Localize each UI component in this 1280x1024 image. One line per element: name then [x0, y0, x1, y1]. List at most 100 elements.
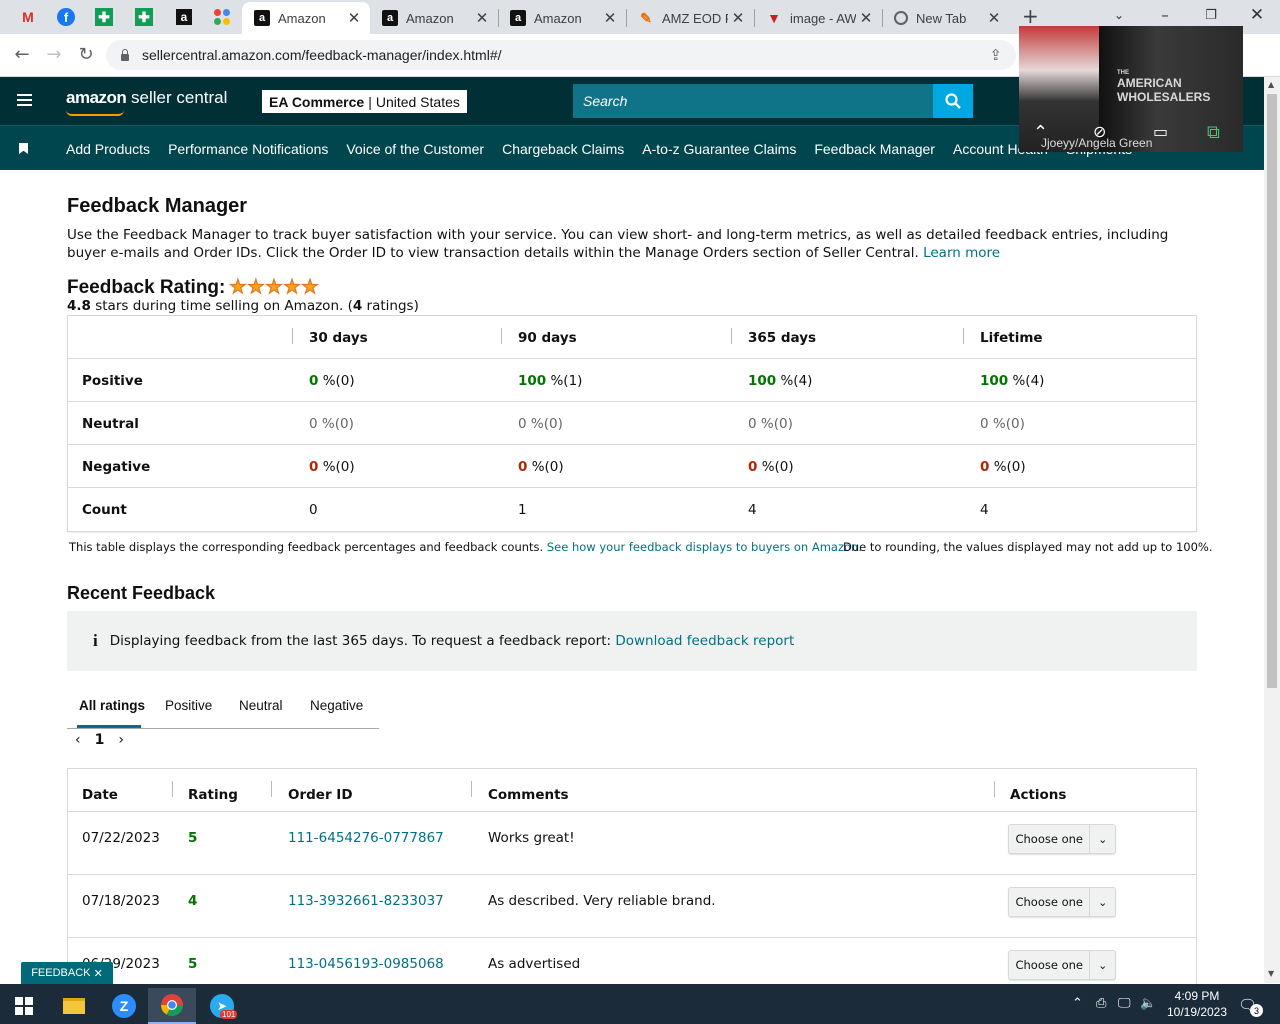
video-brand-text: THE AMERICAN WHOLESALERS	[1117, 70, 1211, 104]
pencil-favicon-icon: ✎	[640, 9, 652, 26]
notification-count-badge: 3	[1250, 1004, 1263, 1017]
zoom-app-icon[interactable]: Z	[100, 988, 148, 1024]
search-input[interactable]: Search	[573, 84, 933, 118]
tab-positive[interactable]: Positive	[165, 698, 212, 713]
summary-cell: 0 %(0)	[748, 459, 794, 475]
nav-chargeback-claims[interactable]: Chargeback Claims	[502, 141, 624, 157]
column-divider	[963, 328, 964, 344]
browser-tab-image[interactable]: ▼ image - AW ✕	[754, 2, 882, 34]
close-tab-icon[interactable]: ✕	[984, 9, 1004, 27]
taskbar-clock[interactable]: 4:09 PM 10/19/2023	[1160, 988, 1234, 1020]
camera-off-icon[interactable]: ▭	[1153, 122, 1168, 141]
recent-feedback-title: Recent Feedback	[67, 583, 216, 603]
sheets-plus-icon-2[interactable]: ✚	[132, 6, 156, 28]
summary-row-positive: Positive 0 %(0) 100 %(1) 100 %(4) 100 %(…	[68, 359, 1196, 402]
feedback-comment: As described. Very reliable brand.	[488, 893, 716, 909]
tab-negative[interactable]: Negative	[310, 698, 363, 713]
back-icon[interactable]: ←	[10, 44, 34, 66]
browser-tab-amz-eod[interactable]: ✎ AMZ EOD F ✕	[626, 2, 754, 34]
feedback-date: 07/18/2023	[82, 893, 160, 909]
tab-neutral[interactable]: Neutral	[239, 698, 283, 713]
prev-page-icon[interactable]: ‹	[75, 732, 81, 748]
order-id-link[interactable]: 111-6454276-0777867	[288, 830, 444, 846]
seller-central-logo[interactable]: amazon seller central	[66, 88, 227, 108]
feedback-widget-tab[interactable]: FEEDBACK ✕	[21, 962, 113, 984]
feedback-rating: 5	[188, 830, 198, 846]
nav-add-products[interactable]: Add Products	[66, 141, 150, 157]
bookmark-icon[interactable]	[19, 143, 28, 154]
action-dropdown[interactable]: Choose one ⌄	[1008, 950, 1116, 980]
action-dropdown[interactable]: Choose one ⌄	[1008, 824, 1116, 854]
account-switcher[interactable]: EA Commerce | United States	[262, 90, 467, 113]
col-rating: Rating	[188, 787, 238, 803]
info-icon: i	[93, 631, 98, 650]
col-order-id: Order ID	[288, 787, 353, 803]
column-divider	[292, 328, 293, 344]
nav-performance-notifications[interactable]: Performance Notifications	[168, 141, 328, 157]
amazon-pinned-icon[interactable]: a	[172, 6, 196, 28]
telegram-icon[interactable]: ➤ 101	[198, 988, 246, 1024]
browser-tab-new-tab[interactable]: New Tab ✕	[882, 2, 1010, 34]
close-tab-icon[interactable]: ✕	[472, 9, 492, 27]
file-explorer-icon[interactable]	[50, 988, 98, 1024]
close-tab-icon[interactable]: ✕	[856, 9, 876, 27]
column-divider	[271, 781, 272, 797]
intro-paragraph: Use the Feedback Manager to track buyer …	[67, 227, 1169, 261]
next-page-icon[interactable]: ›	[118, 732, 124, 748]
windows-start-icon[interactable]	[0, 988, 48, 1024]
summary-cell: 100 %(1)	[518, 373, 583, 389]
learn-more-link[interactable]: Learn more	[923, 245, 1000, 261]
summary-cell: 0	[309, 502, 318, 518]
nav-a-to-z-claims[interactable]: A-to-z Guarantee Claims	[642, 141, 796, 157]
facebook-icon[interactable]: f	[54, 6, 78, 28]
new-tab-button[interactable]: +	[1022, 4, 1039, 28]
nav-voice-of-the-customer[interactable]: Voice of the Customer	[346, 141, 484, 157]
download-report-link[interactable]: Download feedback report	[615, 633, 794, 649]
video-call-overlay[interactable]: THE AMERICAN WHOLESALERS ⌃ ⊘ ▭ ⧉ Jjoeyy/…	[1019, 26, 1243, 152]
order-id-link[interactable]: 113-3932661-8233037	[288, 893, 444, 909]
feedback-table: Date Rating Order ID Comments Actions 07…	[67, 768, 1197, 1002]
browser-tab-amazon-active[interactable]: a Amazon ✕	[242, 2, 370, 34]
buyer-display-link[interactable]: See how your feedback displays to buyers…	[547, 540, 862, 554]
url-bar[interactable]: sellercentral.amazon.com/feedback-manage…	[106, 40, 1016, 70]
sheets-plus-icon[interactable]: ✚	[92, 6, 116, 28]
scroll-down-icon[interactable]: ▼	[1268, 969, 1274, 978]
scroll-up-icon[interactable]: ▲	[1268, 80, 1274, 89]
network-icon[interactable]: 🖵	[1118, 996, 1131, 1011]
page-scrollbar[interactable]: ▲ ▼	[1264, 77, 1280, 983]
pop-out-icon[interactable]: ⧉	[1207, 122, 1220, 143]
feedback-rating: 4	[188, 893, 198, 909]
summary-cell: 0 %(0)	[980, 459, 1026, 475]
summary-cell: 0 %(0)	[309, 459, 355, 475]
summary-cell: 0 %(0)	[518, 459, 564, 475]
nav-feedback-manager[interactable]: Feedback Manager	[814, 141, 935, 157]
reload-icon[interactable]: ↻	[74, 44, 98, 66]
close-tab-icon[interactable]: ✕	[344, 9, 364, 27]
tray-device-icon[interactable]: ⎙	[1096, 996, 1106, 1011]
scrollbar-thumb[interactable]	[1267, 94, 1277, 688]
tray-chevron-up-icon[interactable]: ⌃	[1072, 996, 1083, 1011]
action-dropdown[interactable]: Choose one ⌄	[1008, 887, 1116, 917]
gmail-icon[interactable]: M	[16, 6, 40, 28]
close-tab-icon[interactable]: ✕	[600, 9, 620, 27]
hamburger-menu-icon[interactable]	[17, 94, 32, 106]
column-divider	[471, 781, 472, 797]
feedback-date: 07/22/2023	[82, 830, 160, 846]
page-number[interactable]: 1	[95, 732, 105, 748]
chrome-taskbar-icon[interactable]	[148, 988, 196, 1024]
chevron-down-icon: ⌄	[1089, 824, 1115, 854]
close-tab-icon[interactable]: ✕	[728, 9, 748, 27]
pagination: ‹ 1 ›	[75, 732, 138, 748]
forward-icon[interactable]: →	[42, 44, 66, 66]
tab-all-ratings[interactable]: All ratings	[79, 698, 145, 713]
share-icon[interactable]: ⇪	[989, 46, 1002, 64]
browser-tab-amazon-3[interactable]: a Amazon ✕	[498, 2, 626, 34]
feedback-header-row: Date Rating Order ID Comments Actions	[68, 769, 1196, 812]
browser-tab-amazon-2[interactable]: a Amazon ✕	[370, 2, 498, 34]
volume-icon[interactable]: 🔈	[1140, 996, 1156, 1011]
google-apps-icon[interactable]	[210, 6, 234, 28]
order-id-link[interactable]: 113-0456193-0985068	[288, 956, 444, 972]
star-rating-icon: ★★★★★	[229, 277, 320, 299]
search-button[interactable]	[933, 84, 973, 118]
close-icon[interactable]: ✕	[94, 967, 103, 980]
